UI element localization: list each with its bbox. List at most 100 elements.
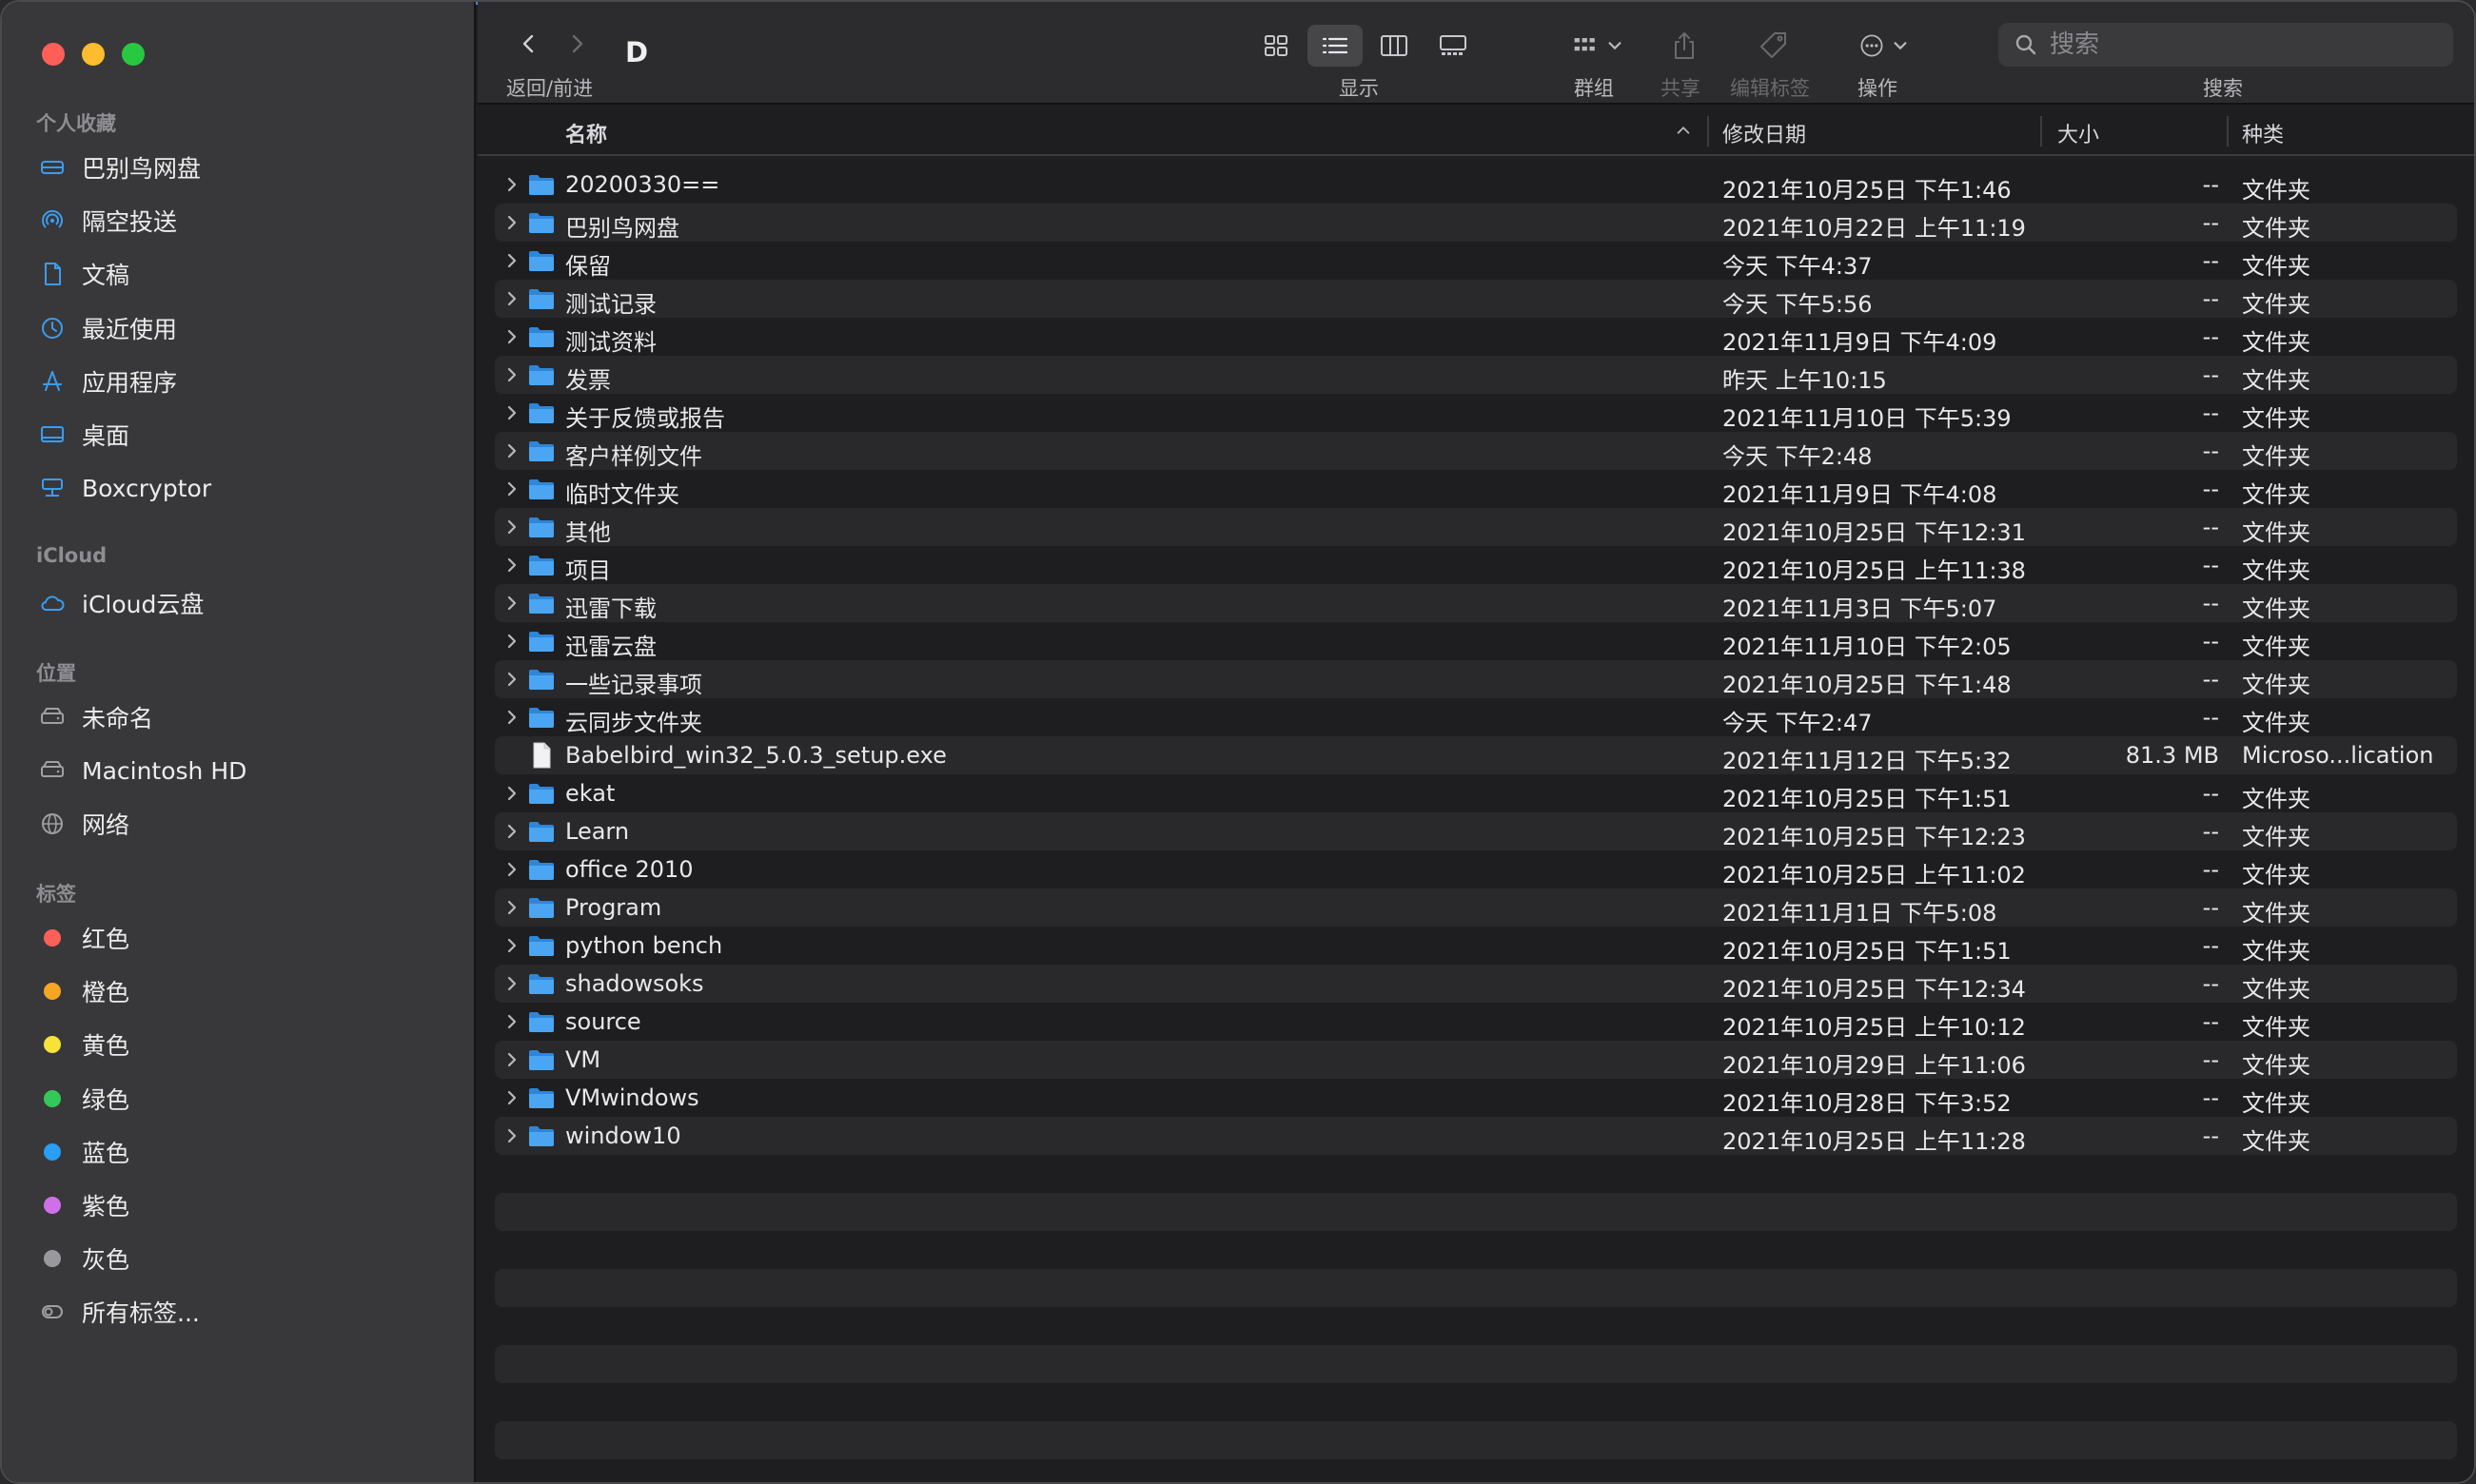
sidebar-item[interactable]: 灰色 [36,1238,455,1279]
disclosure-chevron-icon[interactable] [502,896,521,919]
file-row[interactable]: 测试资料 2021年11月9日 下午4:09 -- 文件夹 [495,318,2457,356]
list-view-button[interactable] [1307,25,1363,67]
sidebar-item[interactable]: 最近使用 [36,307,455,349]
sidebar-item[interactable]: 黄色 [36,1024,455,1065]
column-name[interactable]: 名称 [565,118,607,148]
disclosure-chevron-icon[interactable] [502,820,521,843]
disclosure-chevron-icon[interactable] [502,858,521,881]
file-row[interactable]: 迅雷下载 2021年11月3日 下午5:07 -- 文件夹 [495,584,2457,622]
disclosure-chevron-icon[interactable] [502,668,521,691]
file-row[interactable]: Learn 2021年10月25日 下午12:23 -- 文件夹 [495,812,2457,850]
sidebar-item[interactable]: 桌面 [36,414,455,456]
disclosure-chevron-icon[interactable] [502,554,521,576]
close-button[interactable] [42,43,65,66]
share-label: 共享 [1660,77,1700,100]
column-separator[interactable] [2227,116,2229,146]
sidebar-item[interactable]: iCloud云盘 [36,582,455,624]
file-row[interactable]: 巴别鸟网盘 2021年10月22日 上午11:19 -- 文件夹 [495,204,2457,242]
disclosure-chevron-icon[interactable] [502,1010,521,1033]
file-row[interactable]: Program 2021年11月1日 下午5:08 -- 文件夹 [495,888,2457,927]
file-row[interactable]: 云同步文件夹 今天 下午2:47 -- 文件夹 [495,698,2457,736]
edit-tags-button[interactable] [1755,25,1793,67]
minimize-button[interactable] [82,43,105,66]
column-size[interactable]: 大小 [2057,118,2099,148]
back-button[interactable] [510,25,548,63]
column-separator[interactable] [1707,116,1709,146]
icon-view-button[interactable] [1248,25,1304,67]
disclosure-chevron-icon[interactable] [502,478,521,500]
disclosure-chevron-icon[interactable] [502,1086,521,1109]
file-row[interactable]: 一些记录事项 2021年10月25日 下午1:48 -- 文件夹 [495,660,2457,698]
sidebar-item[interactable]: 巴别鸟网盘 [36,146,455,188]
file-row[interactable]: 迅雷云盘 2021年11月10日 下午2:05 -- 文件夹 [495,622,2457,660]
file-kind: 文件夹 [2242,215,2310,242]
sort-ascending-icon[interactable] [1675,122,1692,139]
column-date[interactable]: 修改日期 [1722,118,1806,148]
search-field[interactable] [1998,23,2453,67]
gallery-view-button[interactable] [1425,25,1481,67]
disclosure-chevron-icon[interactable] [502,592,521,615]
disclosure-chevron-icon[interactable] [502,173,521,196]
sidebar-item[interactable]: 文稿 [36,253,455,295]
file-row[interactable]: VM 2021年10月29日 上午11:06 -- 文件夹 [495,1041,2457,1079]
disclosure-chevron-icon[interactable] [502,249,521,272]
file-row[interactable]: VMwindows 2021年10月28日 下午3:52 -- 文件夹 [495,1079,2457,1117]
sidebar-item[interactable]: 应用程序 [36,361,455,402]
disclosure-chevron-icon[interactable] [502,972,521,995]
file-row[interactable]: shadowsoks 2021年10月25日 下午12:34 -- 文件夹 [495,965,2457,1003]
file-row[interactable]: python bench 2021年10月25日 下午1:51 -- 文件夹 [495,927,2457,965]
sidebar-item[interactable]: 蓝色 [36,1131,455,1173]
file-row[interactable]: source 2021年10月25日 上午10:12 -- 文件夹 [495,1003,2457,1041]
sidebar-item[interactable]: 网络 [36,803,455,845]
column-kind[interactable]: 种类 [2242,118,2284,148]
sidebar-item[interactable]: 未命名 [36,696,455,738]
file-row[interactable]: 临时文件夹 2021年11月9日 下午4:08 -- 文件夹 [495,470,2457,508]
zoom-button[interactable] [122,43,145,66]
sidebar-item-label: 文稿 [82,262,130,290]
drive-icon [36,151,69,184]
file-row[interactable]: 发票 昨天 上午10:15 -- 文件夹 [495,356,2457,394]
disclosure-chevron-icon[interactable] [502,706,521,729]
file-row[interactable]: 测试记录 今天 下午5:56 -- 文件夹 [495,280,2457,318]
forward-button[interactable] [558,25,596,63]
file-row[interactable]: 其他 2021年10月25日 下午12:31 -- 文件夹 [495,508,2457,546]
file-row[interactable]: 客户样例文件 今天 下午2:48 -- 文件夹 [495,432,2457,470]
file-row[interactable]: 关于反馈或报告 2021年11月10日 下午5:39 -- 文件夹 [495,394,2457,432]
file-row[interactable]: Babelbird_win32_5.0.3_setup.exe 2021年11月1… [495,736,2457,774]
disclosure-chevron-icon[interactable] [502,630,521,653]
disclosure-chevron-icon[interactable] [502,1124,521,1147]
sidebar-item[interactable]: Boxcryptor [36,467,455,509]
file-row[interactable]: 20200330== 2021年10月25日 下午1:46 -- 文件夹 [495,166,2457,204]
disclosure-chevron-icon[interactable] [502,934,521,957]
disclosure-chevron-icon[interactable] [502,363,521,386]
disk-icon [36,701,69,733]
disclosure-chevron-icon[interactable] [502,782,521,805]
sidebar-item[interactable]: 橙色 [36,970,455,1012]
sidebar-item[interactable]: 红色 [36,917,455,959]
folder-icon [527,514,556,540]
group-button[interactable] [1564,25,1631,67]
sidebar-item[interactable]: 隔空投送 [36,200,455,242]
file-name: 项目 [565,557,611,584]
file-row[interactable]: window10 2021年10月25日 上午11:28 -- 文件夹 [495,1117,2457,1155]
sidebar-item[interactable]: 所有标签... [36,1291,455,1333]
column-separator[interactable] [2040,116,2042,146]
share-button[interactable] [1665,25,1703,67]
sidebar-item[interactable]: Macintosh HD [36,750,455,791]
file-row[interactable]: office 2010 2021年10月25日 上午11:02 -- 文件夹 [495,850,2457,888]
disclosure-chevron-icon[interactable] [502,325,521,348]
file-row[interactable]: 项目 2021年10月25日 上午11:38 -- 文件夹 [495,546,2457,584]
column-view-button[interactable] [1366,25,1422,67]
action-button[interactable] [1850,25,1916,67]
file-row[interactable]: ekat 2021年10月25日 下午1:51 -- 文件夹 [495,774,2457,812]
disclosure-chevron-icon[interactable] [502,1048,521,1071]
disclosure-chevron-icon[interactable] [502,516,521,538]
disclosure-chevron-icon[interactable] [502,211,521,234]
disclosure-chevron-icon[interactable] [502,401,521,424]
sidebar-item[interactable]: 绿色 [36,1078,455,1120]
sidebar-item[interactable]: 紫色 [36,1184,455,1226]
disclosure-chevron-icon[interactable] [502,439,521,462]
search-input[interactable] [2050,30,2411,59]
disclosure-chevron-icon[interactable] [502,287,521,310]
file-row[interactable]: 保留 今天 下午4:37 -- 文件夹 [495,242,2457,280]
